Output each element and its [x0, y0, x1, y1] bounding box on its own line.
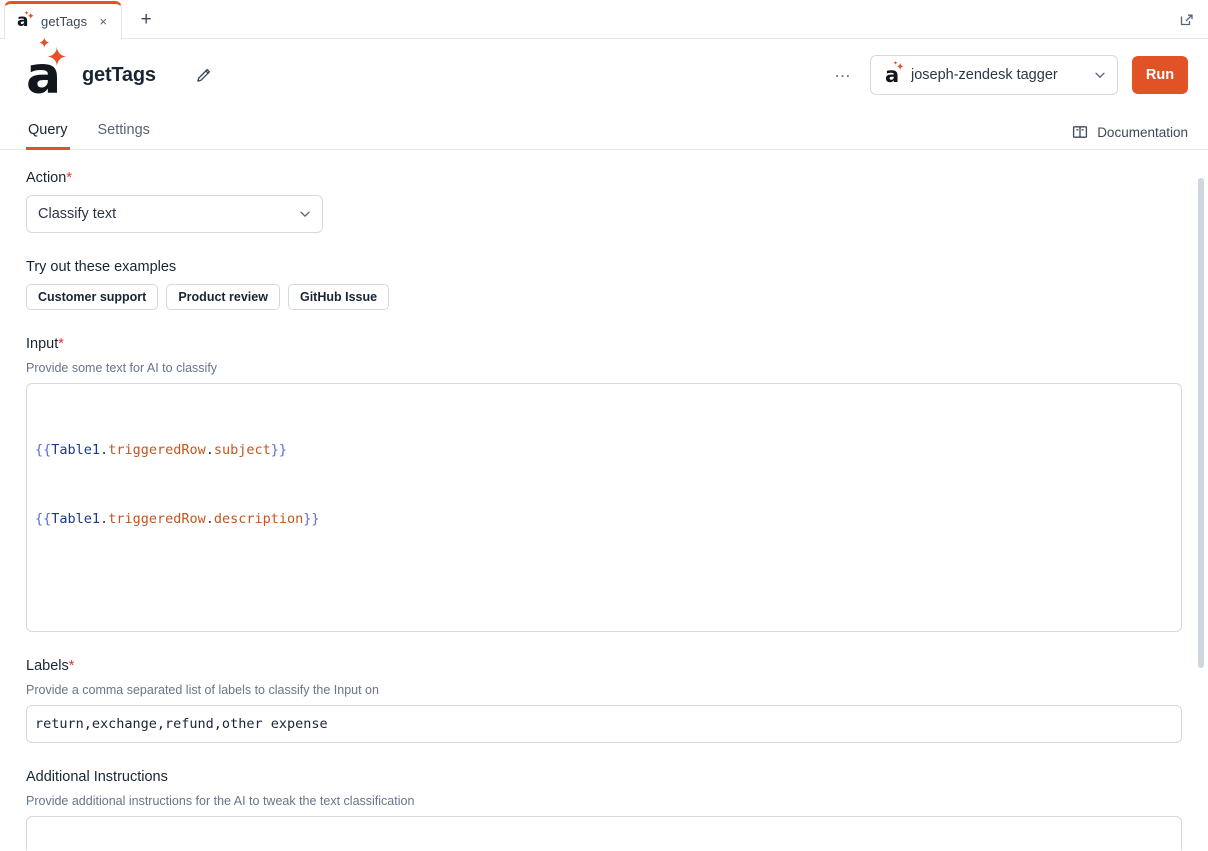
chevron-down-icon	[1093, 68, 1107, 82]
action-label: Action*	[26, 170, 72, 186]
code-token: triggeredRow	[108, 511, 206, 527]
code-line: {{Table1.triggeredRow.description}}	[35, 508, 1173, 531]
required-marker: *	[66, 170, 72, 186]
close-icon[interactable]: ×	[95, 14, 111, 30]
code-token: }}	[303, 511, 320, 527]
documentation-link[interactable]: Documentation	[1072, 124, 1188, 149]
app-brand: a ✦ ✦ getTags	[26, 35, 156, 106]
more-options-button[interactable]: …	[830, 62, 856, 88]
browser-tab[interactable]: a ✦ ✦ getTags ×	[4, 1, 123, 39]
code-token: triggeredRow	[108, 442, 206, 458]
required-marker: *	[68, 658, 75, 674]
example-chips: Customer support Product review GitHub I…	[26, 284, 1182, 310]
code-token: description	[213, 511, 304, 527]
tab-settings[interactable]: Settings	[96, 122, 152, 150]
view-tabs: Query Settings Documentation	[0, 111, 1208, 150]
app-header: a ✦ ✦ getTags … a ✦ ✦ joseph-zendesk tag…	[0, 35, 1208, 111]
action-select-value: Classify text	[38, 206, 117, 222]
code-line: {{Table1.triggeredRow.subject}}	[35, 439, 1173, 462]
input-label: Input*	[26, 336, 64, 352]
labels-input[interactable]: return,exchange,refund,other expense	[26, 705, 1182, 743]
resource-select-value: joseph-zendesk tagger	[911, 67, 1058, 83]
code-token: .	[205, 442, 214, 458]
code-token: Table1	[51, 511, 101, 527]
vertical-scrollbar[interactable]	[1198, 178, 1204, 668]
code-token: {{	[35, 511, 52, 527]
code-token: subject	[213, 442, 271, 458]
code-token: }}	[270, 442, 288, 458]
airplane-a-sparkle-icon: a ✦ ✦	[26, 35, 68, 106]
airplane-a-sparkle-icon: a ✦ ✦	[885, 61, 905, 87]
browser-tab-title: getTags	[41, 14, 88, 29]
tab-query[interactable]: Query	[26, 122, 70, 150]
browser-tab-strip: a ✦ ✦ getTags × +	[0, 0, 1208, 39]
code-token: .	[100, 511, 109, 527]
input-help-text: Provide some text for AI to classify	[26, 361, 218, 375]
query-form: Action* Classify text Try out these exam…	[0, 150, 1208, 850]
example-chip-github-issue[interactable]: GitHub Issue	[287, 284, 390, 310]
labels-label: Labels*	[26, 658, 75, 674]
documentation-label: Documentation	[1097, 124, 1188, 140]
input-code-editor[interactable]: {{Table1.triggeredRow.subject}} {{Table1…	[26, 383, 1182, 632]
labels-field: Labels* Provide a comma separated list o…	[26, 658, 1182, 743]
book-icon	[1072, 124, 1088, 140]
labels-help-text: Provide a comma separated list of labels…	[26, 683, 379, 697]
example-chip-customer-support[interactable]: Customer support	[26, 284, 159, 310]
action-field: Action* Classify text	[26, 170, 1182, 233]
code-token: .	[100, 442, 109, 458]
code-token: Table1	[51, 442, 101, 458]
instructions-field: Additional Instructions Provide addition…	[26, 769, 1182, 850]
header-actions: … a ✦ ✦ joseph-zendesk tagger Run	[830, 55, 1188, 95]
airplane-a-sparkle-icon: a ✦ ✦	[17, 10, 35, 31]
resource-select[interactable]: a ✦ ✦ joseph-zendesk tagger	[870, 55, 1118, 95]
instructions-label: Additional Instructions	[26, 769, 168, 785]
code-token: .	[205, 511, 214, 527]
instructions-code-editor[interactable]: find tickets involving a return or echan…	[26, 816, 1182, 850]
new-tab-button[interactable]: +	[132, 5, 160, 33]
action-select[interactable]: Classify text	[26, 195, 323, 233]
chevron-down-icon	[298, 207, 312, 221]
input-field: Input* Provide some text for AI to class…	[26, 336, 1182, 632]
page-title: getTags	[82, 63, 156, 86]
examples-title: Try out these examples	[26, 259, 177, 275]
run-button[interactable]: Run	[1132, 56, 1188, 94]
instructions-help-text: Provide additional instructions for the …	[26, 794, 415, 808]
required-marker: *	[58, 336, 64, 352]
restore-window-icon[interactable]	[1174, 7, 1200, 33]
pencil-icon[interactable]	[190, 61, 218, 89]
code-token: {{	[35, 442, 52, 458]
example-chip-product-review[interactable]: Product review	[166, 284, 280, 310]
